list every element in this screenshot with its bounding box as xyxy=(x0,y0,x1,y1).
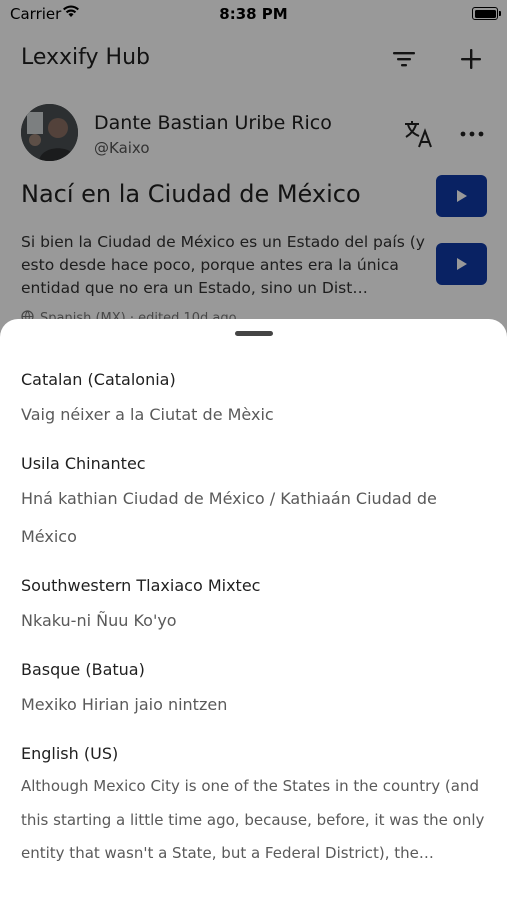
translation-language: Catalan (Catalonia) xyxy=(21,370,176,389)
translation-item[interactable]: English (US) Although Mexico City is one… xyxy=(21,740,487,871)
translation-text: Nkaku-ni Ñuu Ko'yo xyxy=(21,611,177,630)
sheet-drag-handle[interactable] xyxy=(235,331,273,336)
translation-text: Mexiko Hirian jaio nintzen xyxy=(21,695,228,714)
translation-language: Southwestern Tlaxiaco Mixtec xyxy=(21,576,261,595)
translation-item[interactable]: Southwestern Tlaxiaco Mixtec Nkaku-ni Ñu… xyxy=(21,572,487,640)
translation-text: Although Mexico City is one of the State… xyxy=(21,777,485,862)
translation-item[interactable]: Usila Chinantec Hná kathian Ciudad de Mé… xyxy=(21,450,487,556)
translation-text: Vaig néixer a la Ciutat de Mèxic xyxy=(21,405,274,424)
translation-language: English (US) xyxy=(21,744,119,763)
translation-language: Basque (Batua) xyxy=(21,660,145,679)
translation-list: Catalan (Catalonia) Vaig néixer a la Ciu… xyxy=(21,366,487,887)
translation-language: Usila Chinantec xyxy=(21,454,146,473)
translation-item[interactable]: Catalan (Catalonia) Vaig néixer a la Ciu… xyxy=(21,366,487,434)
translation-item[interactable]: Basque (Batua) Mexiko Hirian jaio nintze… xyxy=(21,656,487,724)
translation-text: Hná kathian Ciudad de México / Kathiaán … xyxy=(21,489,437,546)
translations-sheet: Catalan (Catalonia) Vaig néixer a la Ciu… xyxy=(0,319,507,900)
